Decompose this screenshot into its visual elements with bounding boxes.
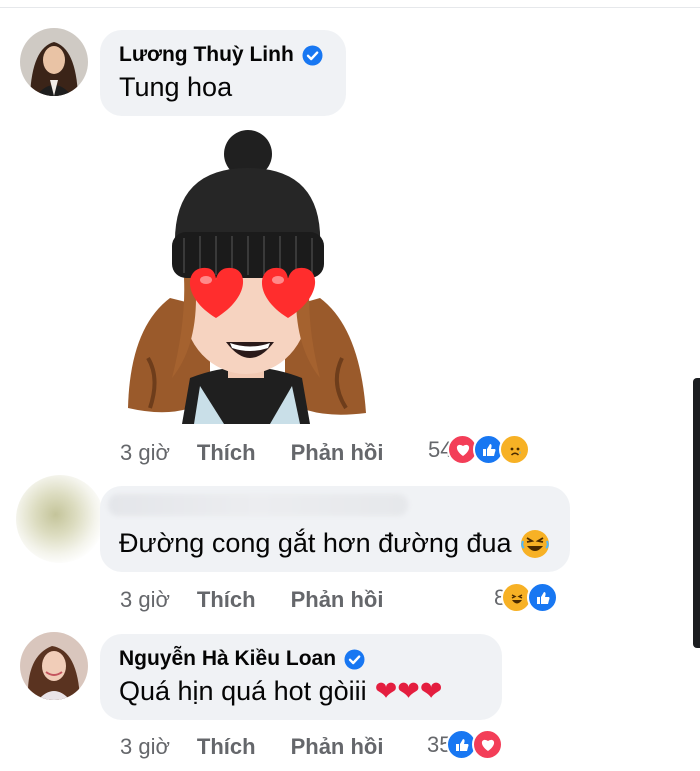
comment-actions: 3 giờ Thích Phản hồi [120, 734, 383, 760]
comment-text: Quá hịn quá hot gòiii ❤❤❤ [119, 676, 443, 707]
comment-text-content: Quá hịn quá hot gòiii [119, 676, 367, 706]
like-reaction-icon [527, 582, 559, 613]
author-name[interactable]: Lương Thuỳ Linh [119, 43, 294, 67]
like-button[interactable]: Thích [197, 587, 256, 613]
top-divider [0, 7, 700, 8]
comment-author[interactable]: Lương Thuỳ Linh [119, 43, 323, 67]
reaction-summary[interactable]: 35 [427, 729, 504, 760]
avatar[interactable] [16, 475, 104, 563]
comment-time[interactable]: 3 giờ [120, 587, 170, 613]
comment-text-content: Đường cong gắt hơn đường đua [119, 528, 512, 558]
verified-badge-icon [302, 45, 323, 66]
comment-author[interactable]: Nguyễn Hà Kiều Loan [119, 647, 365, 671]
author-name[interactable]: Nguyễn Hà Kiều Loan [119, 647, 336, 671]
scrollbar[interactable] [693, 378, 700, 648]
reaction-summary[interactable]: 8 [494, 582, 559, 613]
avatar-sticker [120, 128, 372, 424]
blurred-author-name[interactable] [108, 494, 408, 516]
reply-button[interactable]: Phản hồi [291, 734, 384, 760]
love-reaction-icon [472, 729, 504, 760]
verified-badge-icon [344, 649, 365, 670]
comment-time[interactable]: 3 giờ [120, 440, 170, 466]
comment-actions: 3 giờ Thích Phản hồi [120, 440, 383, 466]
rolling-laughing-emoji-icon [520, 529, 550, 559]
sad-reaction-icon [499, 434, 531, 465]
reply-button[interactable]: Phản hồi [291, 587, 384, 613]
like-button[interactable]: Thích [197, 734, 256, 760]
comment-text: Đường cong gắt hơn đường đua [119, 528, 550, 559]
avatar[interactable] [20, 28, 88, 96]
comment-time[interactable]: 3 giờ [120, 734, 170, 760]
reaction-summary[interactable]: 54 [428, 434, 531, 465]
avatar[interactable] [20, 632, 88, 700]
reply-button[interactable]: Phản hồi [291, 440, 384, 466]
like-button[interactable]: Thích [197, 440, 256, 466]
red-hearts-emoji-icon: ❤❤❤ [374, 676, 443, 706]
comment-text: Tung hoa [119, 72, 233, 102]
comment-actions: 3 giờ Thích Phản hồi [120, 587, 383, 613]
